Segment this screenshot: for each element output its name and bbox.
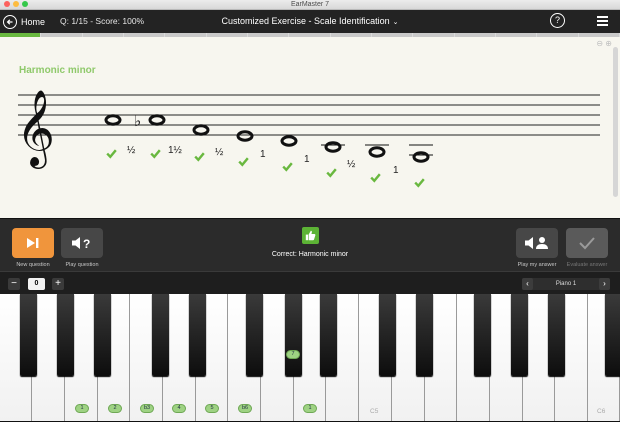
interval-label: ½ [215,147,224,158]
black-key[interactable] [57,294,74,376]
instrument-selector: ‹ Piano 1 › [522,278,610,290]
scale-degree-tag: 5 [205,404,219,413]
next-instrument-button[interactable]: › [599,278,610,290]
instrument-name: Piano 1 [555,281,577,287]
checkmark-icon [150,149,161,159]
treble-clef-icon: 𝄞 [16,89,55,169]
help-button[interactable]: ? [550,13,565,28]
note-head [324,141,342,153]
note-head [236,130,254,142]
note-head [280,135,298,147]
scale-degree-tag: 1 [303,404,317,413]
answer-controls-bar: New question ? Play question Correct: Ha… [0,218,620,272]
interval-label: 1½ [168,145,182,156]
black-key[interactable] [605,294,620,376]
interval-label: 1 [393,165,399,176]
notation-panel: ⊖ ⊕ Harmonic minor 𝄞 ♭ ½ 1½ ½ 1 1 ½ 1 [0,37,620,218]
black-key[interactable] [320,294,337,376]
checkmark-icon [194,152,205,162]
speaker-person-icon [525,237,548,249]
previous-instrument-button[interactable]: ‹ [522,278,533,290]
question-circle-icon: ? [554,15,560,25]
octave-value-field[interactable]: 0 [28,278,45,290]
evaluate-answer-button[interactable] [566,228,608,258]
interval-label: ½ [347,159,356,170]
black-key[interactable] [548,294,565,376]
play-question-label: Play question [65,262,99,268]
interval-label: 1 [304,154,310,165]
exercise-title: Customized Exercise - Scale Identificati… [221,16,390,26]
scale-degree-tag: 1 [75,404,89,413]
music-staff: 𝄞 ♭ [16,89,600,169]
note-head [192,124,210,136]
note-head [368,146,386,158]
black-key[interactable] [20,294,37,376]
evaluate-answer-label: Evaluate answer [566,262,608,268]
vertical-scrollbar[interactable] [613,47,618,197]
app-header: Home Q: 1/15 - Score: 100% Customized Ex… [0,10,620,33]
note-head [412,151,430,163]
scale-degree-tag: 4 [172,404,186,413]
black-key[interactable] [416,294,433,376]
window-title: EarMaster 7 [290,1,330,8]
hamburger-menu-icon[interactable] [597,16,608,26]
checkmark-icon [238,157,249,167]
piano-keyboard: 1 2 b3 4 5 b6 1 7 C5 C6 [0,294,620,422]
octave-label: C5 [370,408,379,415]
octave-label: C6 [597,408,606,415]
black-key[interactable] [379,294,396,376]
checkmark-icon [579,237,595,250]
note-head [104,114,122,126]
black-key[interactable] [152,294,169,376]
checkmark-icon [106,149,117,159]
octave-up-button[interactable]: + [52,278,64,290]
scale-degree-tag: b3 [140,404,154,413]
interval-label: 1 [260,149,266,160]
checkmark-icon [326,168,337,178]
play-my-answer-button[interactable] [516,228,558,258]
thumbs-up-icon [301,227,319,244]
checkmark-icon [282,162,293,172]
interval-label: ½ [127,145,136,156]
octave-down-button[interactable]: − [8,278,20,290]
chevron-down-icon: ⌄ [392,19,399,26]
black-key[interactable] [511,294,528,376]
note-head [148,114,166,126]
flat-sign-icon: ♭ [134,112,141,130]
black-key[interactable] [189,294,206,376]
checkmark-icon [414,178,425,188]
keyboard-toolbar: − 0 + ‹ Piano 1 › [0,271,620,295]
checkmark-icon [370,173,381,183]
black-key[interactable] [246,294,263,376]
scale-degree-tag: 7 [286,350,300,359]
window-titlebar: EarMaster 7 [0,0,620,10]
exercise-title-dropdown[interactable]: Customized Exercise - Scale Identificati… [0,16,620,26]
scale-degree-tag: 2 [108,404,122,413]
black-key[interactable] [474,294,491,376]
scale-degree-tag: b6 [238,404,252,413]
black-key[interactable] [285,294,302,376]
black-key[interactable] [94,294,111,376]
